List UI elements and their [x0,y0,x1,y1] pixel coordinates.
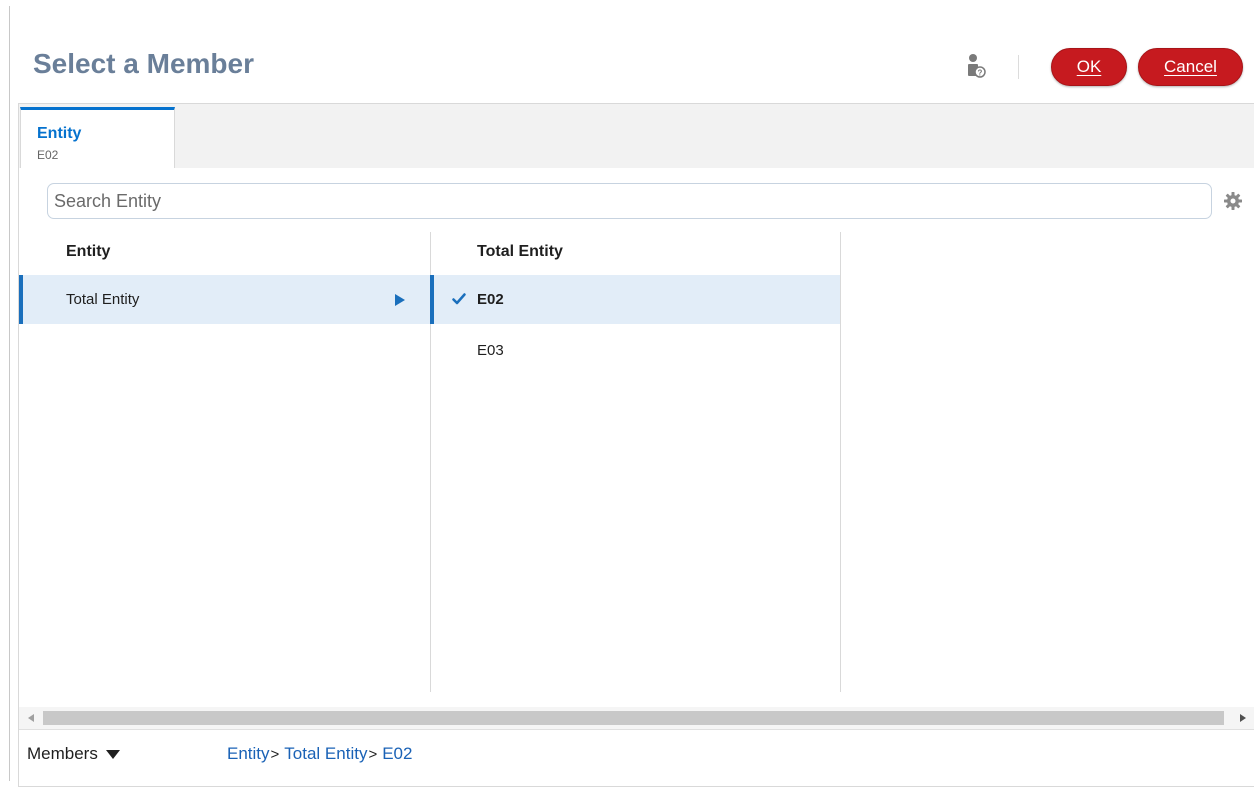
tab-entity[interactable]: Entity E02 [20,107,175,168]
column-header-entity: Entity [66,243,111,260]
caret-down-icon [105,749,120,759]
toolbar-divider [1018,55,1019,79]
expand-arrow-icon[interactable] [394,293,406,307]
svg-text:?: ? [978,69,983,78]
gear-icon[interactable] [1223,191,1243,211]
scrollbar-thumb[interactable] [43,711,1224,725]
checkmark-icon [452,293,466,305]
breadcrumb-item-e02[interactable]: E02 [382,744,412,764]
column-divider [840,232,841,692]
list-item-label: E03 [477,342,504,359]
search-input[interactable] [47,183,1212,219]
column-header-total-entity: Total Entity [477,243,563,260]
cancel-button-label: Cancel [1164,57,1217,76]
tab-selected-value: E02 [37,148,59,162]
ok-button[interactable]: OK [1051,48,1127,86]
members-dropdown[interactable]: Members [27,744,120,764]
horizontal-scrollbar[interactable] [19,707,1254,729]
list-item-label: E02 [477,291,504,308]
dialog-title: Select a Member [33,48,254,79]
breadcrumb-item-total-entity[interactable]: Total Entity [284,744,367,764]
footer-divider [19,729,1254,730]
list-item-e03[interactable]: E03 [434,326,840,375]
members-dropdown-label: Members [27,744,98,763]
user-help-icon[interactable]: ? [966,52,986,80]
breadcrumb-separator: > [368,745,378,763]
scroll-right-icon[interactable] [1239,713,1247,723]
breadcrumb-separator: > [270,745,280,763]
ok-button-label: OK [1076,57,1102,76]
dialog-left-edge [9,6,10,781]
list-item-label: Total Entity [66,291,140,308]
breadcrumb: Entity > Total Entity > E02 [227,744,412,764]
list-item-total-entity[interactable]: Total Entity [19,275,430,324]
tab-strip: Entity E02 [19,104,1254,168]
scroll-left-icon[interactable] [27,713,35,723]
breadcrumb-item-entity[interactable]: Entity [227,744,270,764]
tab-title: Entity [37,125,82,142]
list-item-e02[interactable]: E02 [430,275,840,324]
member-selector-panel: Entity E02 Entity Total Entity Total Ent… [18,103,1254,787]
cancel-button[interactable]: Cancel [1138,48,1243,86]
